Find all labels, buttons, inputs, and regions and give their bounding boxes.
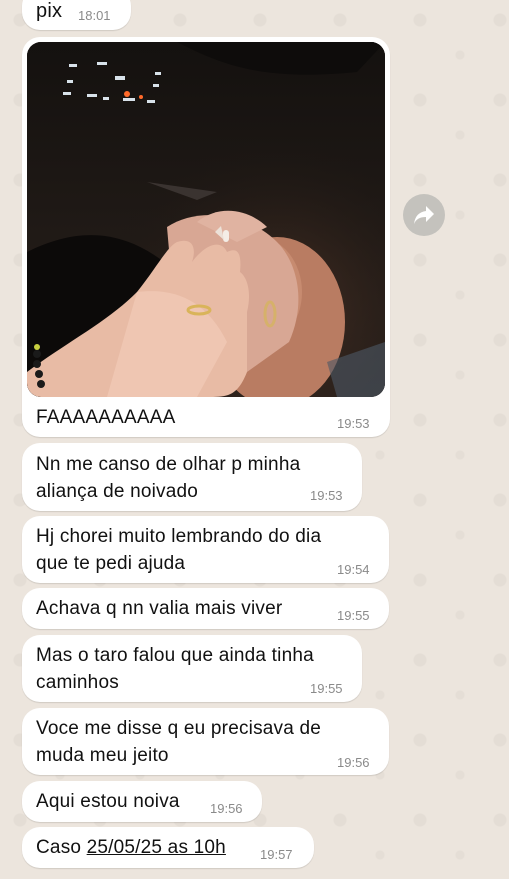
message-text: Achava q nn valia mais viver — [36, 598, 283, 619]
message-time: 19:56 — [210, 801, 243, 816]
image-caption: FAAAAAAAAAA — [36, 407, 176, 428]
message-text: pix — [36, 0, 63, 22]
message-bubble[interactable]: Nn me canso de olhar p minha aliança de … — [22, 443, 362, 511]
message-bubble[interactable]: Voce me disse q eu precisava de muda meu… — [22, 708, 389, 775]
message-bubble[interactable]: Hj chorei muito lembrando do dia que te … — [22, 516, 389, 583]
message-text-prefix: Caso — [36, 837, 87, 858]
message-time: 19:53 — [337, 416, 370, 431]
message-bubble[interactable]: Aqui estou noiva 19:56 — [22, 781, 262, 822]
message-bubble[interactable]: Caso 25/05/25 as 10h 19:57 — [22, 827, 314, 868]
message-time: 18:01 — [78, 8, 111, 23]
message-text-line2: muda meu jeito — [36, 745, 169, 766]
message-text: Caso 25/05/25 as 10h — [36, 834, 226, 861]
message-time: 19:55 — [337, 608, 370, 623]
message-text: Mas o taro falou que ainda tinha — [36, 645, 314, 666]
message-bubble[interactable]: pix 18:01 — [22, 0, 131, 30]
message-text: Aqui estou noiva — [36, 791, 180, 812]
message-time: 19:53 — [310, 488, 343, 503]
photo-hands-rings[interactable] — [27, 42, 385, 397]
message-time: 19:57 — [260, 847, 293, 862]
message-time: 19:54 — [337, 562, 370, 577]
forward-button[interactable] — [403, 194, 445, 236]
forward-arrow-icon — [414, 206, 434, 224]
message-text: Nn me canso de olhar p minha — [36, 454, 301, 475]
message-text-line2: caminhos — [36, 672, 119, 693]
message-bubble[interactable]: Mas o taro falou que ainda tinha caminho… — [22, 635, 362, 702]
message-text: Voce me disse q eu precisava de — [36, 718, 322, 739]
message-time: 19:55 — [310, 681, 343, 696]
date-link[interactable]: 25/05/25 as 10h — [87, 837, 226, 858]
photo-content — [27, 42, 385, 397]
message-text-line2: que te pedi ajuda — [36, 553, 186, 574]
message-text-line2: aliança de noivado — [36, 481, 199, 502]
message-bubble[interactable]: Achava q nn valia mais viver 19:55 — [22, 588, 389, 629]
message-time: 19:56 — [337, 755, 370, 770]
message-text: Hj chorei muito lembrando do dia — [36, 526, 322, 547]
